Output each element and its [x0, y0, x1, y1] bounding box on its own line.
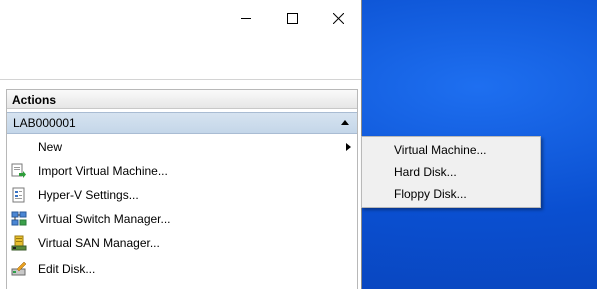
submenu-arrow-icon: [346, 143, 351, 151]
minimize-icon: [241, 13, 251, 23]
node-label: LAB000001: [13, 116, 76, 130]
maximize-icon: [286, 12, 298, 24]
hyperv-manager-window: Actions LAB000001 New Import Virtual Mac…: [0, 0, 362, 289]
settings-document-icon: [11, 187, 27, 203]
action-virtual-switch-manager[interactable]: Virtual Switch Manager...: [7, 207, 357, 231]
actions-header: Actions: [7, 89, 357, 109]
action-label: Import Virtual Machine...: [38, 164, 168, 178]
import-vm-icon: [11, 163, 27, 179]
new-submenu: Virtual Machine... Hard Disk... Floppy D…: [361, 136, 541, 208]
window-titlebar: [0, 0, 361, 36]
node-header[interactable]: LAB000001: [7, 112, 357, 134]
action-hyperv-settings[interactable]: Hyper-V Settings...: [7, 183, 357, 207]
network-switch-icon: [11, 211, 27, 227]
action-label: Virtual Switch Manager...: [38, 212, 171, 226]
san-manager-icon: [11, 235, 27, 251]
submenu-item-virtual-machine[interactable]: Virtual Machine...: [362, 139, 540, 161]
close-icon: [332, 12, 344, 24]
action-label: New: [38, 140, 63, 154]
action-label: Hyper-V Settings...: [38, 188, 139, 202]
collapse-arrow-icon[interactable]: [341, 120, 349, 125]
action-import-virtual-machine[interactable]: Import Virtual Machine...: [7, 159, 357, 183]
submenu-item-floppy-disk[interactable]: Floppy Disk...: [362, 183, 540, 205]
close-button[interactable]: [315, 0, 361, 36]
actions-pane: Actions LAB000001 New Import Virtual Mac…: [6, 89, 358, 289]
action-new[interactable]: New: [7, 135, 357, 159]
edit-disk-icon: [11, 261, 27, 277]
submenu-item-hard-disk[interactable]: Hard Disk...: [362, 161, 540, 183]
action-edit-disk[interactable]: Edit Disk...: [7, 257, 357, 281]
minimize-button[interactable]: [223, 0, 269, 36]
action-label: Edit Disk...: [38, 262, 96, 276]
action-virtual-san-manager[interactable]: Virtual SAN Manager...: [7, 231, 357, 255]
maximize-button[interactable]: [269, 0, 315, 36]
divider: [0, 79, 361, 80]
action-label: Virtual SAN Manager...: [38, 236, 160, 250]
